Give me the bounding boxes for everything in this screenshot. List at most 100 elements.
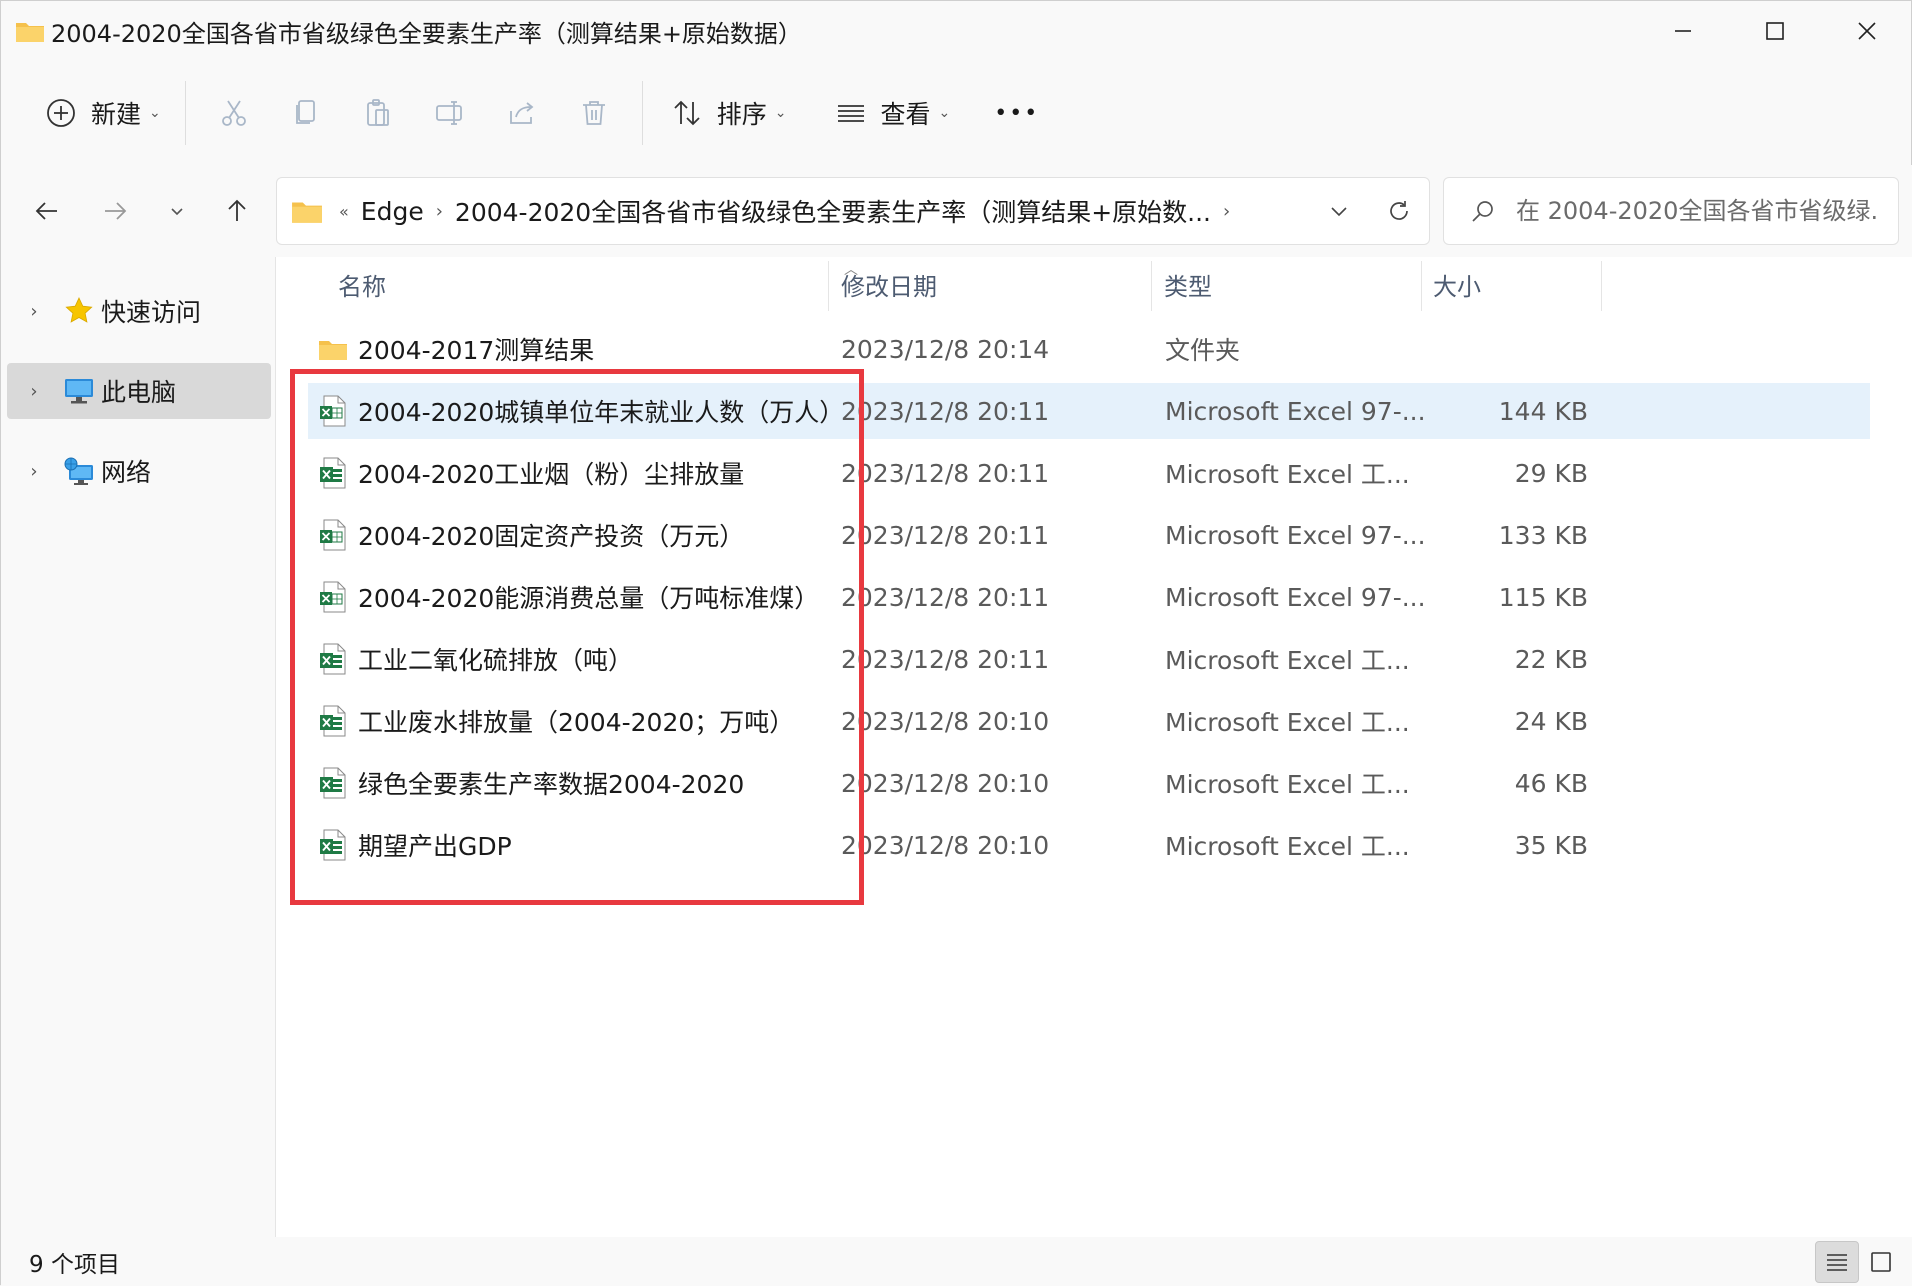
column-header-date[interactable]: 修改日期 (841, 257, 937, 311)
share-button[interactable] (486, 78, 558, 148)
cut-icon (221, 100, 246, 126)
file-type: 文件夹 (1165, 336, 1241, 365)
up-button[interactable] (213, 187, 261, 235)
file-type: Microsoft Excel 工... (1165, 708, 1410, 737)
sidebar-item-label: 此电脑 (101, 378, 177, 407)
file-date: 2023/12/8 20:10 (841, 830, 1050, 860)
address-bar[interactable]: « Edge › 2004-2020全国各省市省级绿色全要素生产率（测算结果+原… (276, 177, 1430, 245)
search-box[interactable] (1443, 177, 1899, 245)
address-history-button[interactable] (1309, 200, 1369, 222)
file-date: 2023/12/8 20:14 (841, 334, 1050, 364)
star-icon (61, 293, 97, 329)
maximize-button[interactable] (1729, 1, 1821, 61)
sort-label: 排序 (716, 100, 767, 129)
file-size (1388, 321, 1588, 377)
new-button[interactable]: 新建 ⌄ (29, 78, 173, 148)
sidebar-item-this-pc[interactable]: › 此电脑 (7, 363, 271, 419)
file-type: Microsoft Excel 97-... (1165, 582, 1426, 612)
sort-button[interactable]: 排序 ⌄ (655, 78, 799, 148)
new-label: 新建 (91, 100, 142, 129)
rename-icon (435, 101, 462, 125)
column-header-type[interactable]: 类型 (1164, 257, 1212, 311)
maximize-icon (1766, 22, 1784, 40)
column-divider[interactable] (828, 261, 829, 311)
file-name: 2004-2017测算结果 (358, 336, 595, 365)
file-size: 144 KB (1498, 396, 1588, 426)
paste-icon (366, 99, 389, 126)
recent-locations-button[interactable] (153, 187, 201, 235)
title-bar: 2004-2020全国各省市省级绿色全要素生产率（测算结果+原始数据） (1, 1, 1912, 61)
thumbnail-view-button[interactable] (1859, 1241, 1903, 1283)
file-date: 2023/12/8 20:11 (841, 458, 1050, 488)
more-options-button[interactable]: ••• (982, 78, 1051, 148)
file-type: Microsoft Excel 97-... (1165, 396, 1426, 426)
trash-icon (582, 101, 605, 125)
paste-button[interactable] (342, 78, 414, 148)
sidebar-item-network[interactable]: › 网络 (7, 443, 271, 499)
network-icon (61, 453, 97, 489)
copy-icon (295, 100, 315, 124)
search-input[interactable] (1516, 197, 1876, 225)
forward-button[interactable] (91, 187, 139, 235)
view-button[interactable]: 查看 ⌄ (819, 78, 963, 148)
navigation-pane: › 快速访问 › 此电脑 › 网络 (1, 257, 276, 1237)
file-date: 2023/12/8 20:11 (841, 396, 1050, 426)
minimize-button[interactable] (1637, 1, 1729, 61)
breadcrumb-current-folder[interactable]: 2004-2020全国各省市省级绿色全要素生产率（测算结果+原始数... (455, 193, 1211, 229)
share-icon (509, 102, 534, 124)
command-bar: 新建 ⌄ 排序 ⌄ 查看 ⌄ ••• (1, 61, 1912, 166)
column-divider[interactable] (1601, 261, 1602, 311)
refresh-button[interactable] (1369, 198, 1429, 224)
file-type: Microsoft Excel 工... (1165, 832, 1410, 861)
file-size: 35 KB (1514, 830, 1588, 860)
arrow-right-icon (105, 202, 127, 220)
details-view-button[interactable] (1815, 1241, 1859, 1283)
arrow-up-icon (228, 199, 246, 221)
close-icon (1858, 22, 1876, 40)
back-button[interactable] (23, 187, 71, 235)
chevron-down-icon (171, 208, 183, 216)
folder-icon (316, 332, 350, 366)
copy-button[interactable] (270, 78, 342, 148)
address-actions (1309, 178, 1429, 244)
sidebar-item-label: 网络 (101, 458, 152, 487)
details-view-icon (1827, 1254, 1847, 1271)
column-divider[interactable] (1151, 261, 1152, 311)
window-title: 2004-2020全国各省市省级绿色全要素生产率（测算结果+原始数据） (51, 19, 802, 48)
plus-circle-icon (41, 93, 81, 133)
file-size: 115 KB (1498, 582, 1588, 612)
chevron-right-icon[interactable]: › (436, 201, 443, 222)
status-bar: 9 个项目 (1, 1237, 1912, 1286)
column-header-size[interactable]: 大小 (1433, 257, 1481, 311)
file-date: 2023/12/8 20:11 (841, 582, 1050, 612)
column-header-name[interactable]: 名称 (338, 257, 386, 311)
chevron-right-icon[interactable]: › (1223, 201, 1230, 222)
search-icon (1470, 198, 1496, 224)
rename-button[interactable] (414, 78, 486, 148)
sidebar-item-quick-access[interactable]: › 快速访问 (7, 283, 271, 339)
close-button[interactable] (1821, 1, 1912, 61)
chevron-right-icon[interactable]: › (7, 301, 61, 322)
breadcrumb-edge[interactable]: Edge (361, 197, 424, 226)
chevron-right-icon[interactable]: › (7, 461, 61, 482)
thumbnail-view-icon (1871, 1252, 1891, 1272)
sidebar-item-label: 快速访问 (101, 298, 202, 327)
file-date: 2023/12/8 20:11 (841, 644, 1050, 674)
address-overflow[interactable]: « (339, 202, 349, 221)
delete-button[interactable] (558, 78, 630, 148)
file-type: Microsoft Excel 工... (1165, 770, 1410, 799)
toolbar-divider (641, 81, 643, 145)
file-size: 133 KB (1498, 520, 1588, 550)
minimize-icon (1675, 30, 1691, 32)
column-divider[interactable] (1421, 261, 1422, 311)
window-controls (1637, 1, 1912, 61)
file-size: 29 KB (1514, 458, 1588, 488)
folder-icon (15, 19, 45, 43)
item-count: 9 个项目 (29, 1251, 120, 1278)
arrow-left-icon (35, 202, 57, 220)
refresh-icon (1390, 201, 1408, 220)
file-size: 24 KB (1514, 706, 1588, 736)
cut-button[interactable] (198, 78, 270, 148)
computer-icon (61, 373, 97, 409)
chevron-right-icon[interactable]: › (7, 381, 61, 402)
